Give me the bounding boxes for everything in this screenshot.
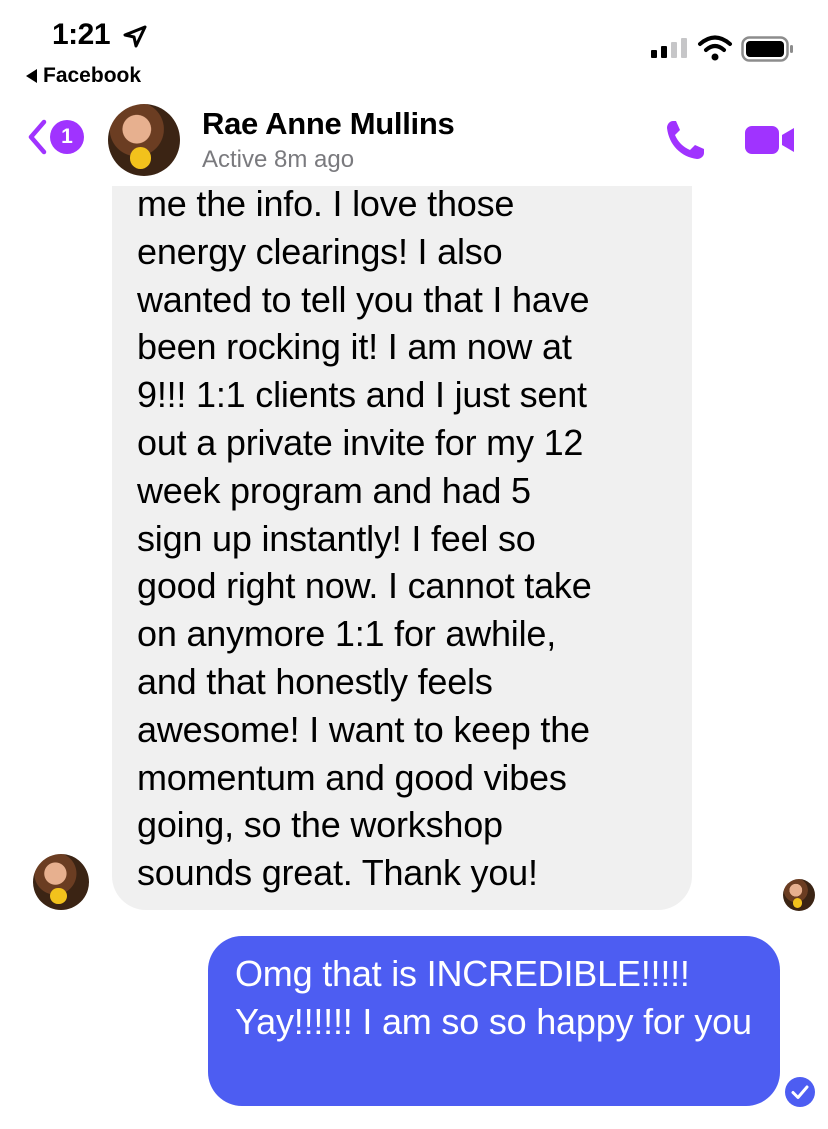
phone-icon[interactable] [664, 118, 706, 162]
contact-avatar[interactable] [108, 104, 180, 176]
wifi-icon [698, 35, 732, 61]
outgoing-message-text: Omg that is INCREDIBLE!!!!! Yay!!!!!! I … [235, 953, 752, 1042]
contact-name[interactable]: Rae Anne Mullins [202, 106, 455, 142]
outgoing-message-bubble[interactable]: Omg that is INCREDIBLE!!!!! Yay!!!!!! I … [208, 936, 780, 1106]
status-time: 1:21 [52, 18, 111, 51]
location-arrow-icon [123, 25, 147, 48]
back-triangle-icon [26, 69, 37, 83]
read-receipt-avatar [783, 879, 815, 911]
back-app-label: Facebook [43, 64, 142, 87]
back-to-app-button[interactable]: Facebook [26, 64, 141, 88]
incoming-message-text: me the info. I love those energy clearin… [137, 183, 592, 894]
cellular-signal-icon [651, 38, 687, 58]
contact-active-status: Active 8m ago [202, 146, 355, 173]
sender-avatar[interactable] [33, 854, 89, 910]
video-camera-icon[interactable] [743, 124, 797, 156]
back-button[interactable]: 1 [26, 118, 84, 156]
chevron-left-icon [28, 119, 47, 155]
checkmark-circle-icon [785, 1077, 815, 1107]
conversation-header: 1 Rae Anne Mullins Active 8m ago [0, 96, 828, 186]
battery-icon [741, 36, 793, 62]
unread-count-badge: 1 [50, 120, 84, 154]
